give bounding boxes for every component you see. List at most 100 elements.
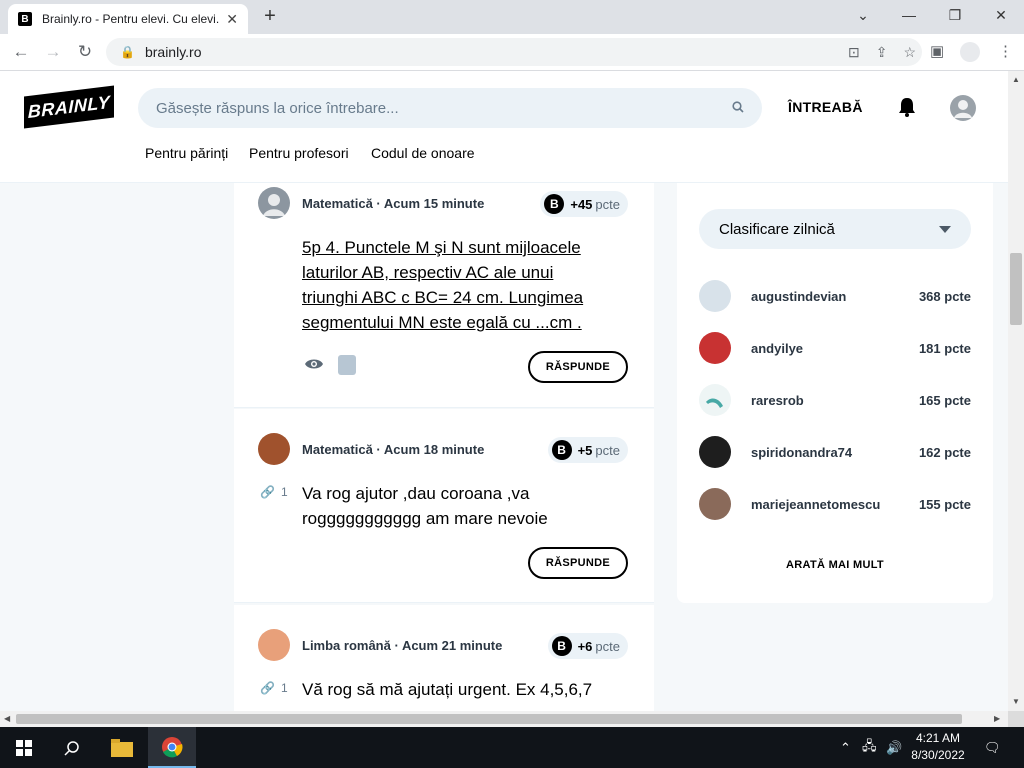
maximize-button[interactable]: ❐: [932, 4, 978, 26]
paperclip-icon: 🔗: [260, 485, 275, 499]
tray-chevron-up-icon[interactable]: ⌃: [840, 727, 851, 768]
browser-tab[interactable]: B Brainly.ro - Pentru elevi. Cu elevi. ✕: [8, 4, 248, 34]
points-value: +45: [570, 196, 593, 212]
address-bar[interactable]: 🔒 brainly.ro: [106, 38, 922, 66]
user-avatar-icon[interactable]: [950, 95, 976, 121]
profile-avatar-icon[interactable]: [960, 42, 980, 62]
window-close-button[interactable]: ✕: [978, 4, 1024, 26]
question-text[interactable]: Va rog ajutor ,dau coroana ,va roggggggg…: [302, 481, 612, 531]
horizontal-scroll-thumb[interactable]: [16, 714, 962, 724]
file-explorer-icon[interactable]: [98, 727, 146, 768]
ranking-row[interactable]: andyilye 181 pcte: [699, 331, 971, 365]
forward-arrow-icon[interactable]: →: [41, 40, 65, 64]
vertical-scrollbar[interactable]: ▲ ▼: [1008, 71, 1024, 711]
question-subject[interactable]: Limba română: [302, 638, 391, 653]
ranking-points: 181 pcte: [918, 340, 971, 356]
clock-date: 8/30/2022: [911, 748, 965, 762]
brainly-points-icon: B: [551, 636, 572, 656]
ranking-period-select[interactable]: Clasificare zilnică: [699, 209, 971, 249]
ranking-row[interactable]: raresrob 165 pcte: [699, 383, 971, 417]
question-card[interactable]: Matematică · Acum 18 minute B +5 pcte 🔗 …: [234, 409, 654, 603]
ranking-username[interactable]: mariejeannetomescu: [751, 497, 919, 512]
windows-start-icon[interactable]: [0, 727, 48, 768]
points-unit: pcte: [595, 196, 620, 212]
scroll-right-arrow-icon[interactable]: ▶: [994, 714, 1000, 723]
question-text[interactable]: Vă rog să mă ajutați urgent. Ex 4,5,6,7: [302, 677, 632, 702]
answer-button[interactable]: RĂSPUNDE: [528, 351, 628, 383]
site-header: BRAINLY Găsește răspuns la orice întreba…: [0, 71, 1008, 183]
question-meta: Limba română · Acum 21 minute: [302, 638, 503, 653]
points-value: +5: [577, 442, 593, 458]
nav-honor-code-link[interactable]: Codul de onoare: [371, 145, 475, 161]
points-value: +6: [577, 638, 593, 654]
ranking-points: 165 pcte: [918, 392, 971, 408]
points-badge: B +6 pcte: [547, 633, 628, 659]
brainly-logo[interactable]: BRAINLY: [24, 85, 114, 129]
back-arrow-icon[interactable]: ←: [9, 40, 33, 64]
vertical-scroll-thumb[interactable]: [1010, 253, 1022, 325]
question-text[interactable]: 5p 4. Punctele M şi N sunt mijloacele la…: [302, 235, 612, 335]
bookmark-star-icon[interactable]: ☆: [903, 44, 916, 61]
user-avatar: [699, 280, 731, 312]
scroll-left-arrow-icon[interactable]: ◀: [4, 714, 10, 723]
search-input[interactable]: Găsește răspuns la orice întrebare...: [138, 88, 762, 128]
question-card[interactable]: Matematică · Acum 15 minute B +45 pcte 5…: [234, 183, 654, 408]
ranking-username[interactable]: raresrob: [751, 393, 919, 408]
question-subject[interactable]: Matematică: [302, 196, 373, 211]
tab-search-button[interactable]: ⌄: [840, 4, 886, 26]
ask-question-button[interactable]: ÎNTREABĂ: [788, 99, 863, 115]
ranking-username[interactable]: spiridonandra74: [751, 445, 919, 460]
notifications-bell-icon[interactable]: [897, 96, 917, 118]
scroll-up-arrow-icon[interactable]: ▲: [1012, 75, 1020, 84]
question-time: Acum 15 minute: [383, 196, 485, 211]
reload-icon[interactable]: ↻: [73, 40, 97, 64]
kebab-menu-icon[interactable]: ⋮: [998, 42, 1013, 60]
show-more-link[interactable]: ARATĂ MAI MULT: [677, 559, 993, 571]
chevron-down-icon: [939, 225, 951, 233]
ranking-username[interactable]: augustindevian: [751, 289, 919, 304]
asker-avatar[interactable]: [258, 187, 290, 219]
chrome-icon[interactable]: [148, 727, 196, 768]
eye-icon: [304, 357, 324, 376]
attachment-count-value: 1: [280, 485, 288, 499]
scrollbar-corner: [1008, 711, 1024, 727]
nav-parents-link[interactable]: Pentru părinți: [145, 145, 228, 161]
search-icon[interactable]: [48, 727, 96, 768]
question-time: Acum 21 minute: [401, 638, 503, 653]
question-card[interactable]: Limba română · Acum 21 minute B +6 pcte …: [234, 605, 654, 713]
user-avatar: [699, 332, 731, 364]
ranking-points: 368 pcte: [918, 288, 971, 304]
tab-close-icon[interactable]: ✕: [226, 11, 238, 28]
network-icon[interactable]: 🖧: [862, 727, 877, 768]
lock-icon: 🔒: [120, 45, 135, 59]
asker-avatar[interactable]: [258, 629, 290, 661]
nav-teachers-link[interactable]: Pentru profesori: [249, 145, 349, 161]
side-panel-icon[interactable]: ▣: [930, 42, 944, 60]
answer-button[interactable]: RĂSPUNDE: [528, 547, 628, 579]
scroll-down-arrow-icon[interactable]: ▼: [1012, 697, 1020, 706]
search-icon[interactable]: [732, 100, 744, 116]
share-icon[interactable]: ⇪: [876, 44, 888, 61]
brainly-favicon-icon: B: [18, 12, 32, 26]
ranking-row[interactable]: augustindevian 368 pcte: [699, 279, 971, 313]
browser-toolbar: ← → ↻ 🔒 brainly.ro ⊡ ⇪ ☆ ▣ ⋮: [0, 34, 1024, 71]
asker-avatar[interactable]: [258, 433, 290, 465]
ranking-period-label: Clasificare zilnică: [719, 220, 835, 238]
volume-icon[interactable]: 🔊: [886, 727, 902, 768]
notifications-icon[interactable]: 🗨: [984, 727, 1001, 768]
minimize-button[interactable]: —: [886, 4, 932, 26]
attachment-count: 🔗 1: [260, 485, 288, 499]
answerer-avatar: [338, 355, 356, 375]
ranking-row[interactable]: mariejeannetomescu 155 pcte: [699, 487, 971, 521]
question-meta: Matematică · Acum 15 minute: [302, 196, 485, 211]
taskbar-clock[interactable]: 4:21 AM 8/30/2022: [906, 730, 970, 764]
horizontal-scrollbar[interactable]: ◀ ▶: [0, 711, 1008, 727]
search-placeholder: Găsește răspuns la orice întrebare...: [156, 99, 399, 117]
ranking-username[interactable]: andyilye: [751, 341, 919, 356]
ranking-row[interactable]: spiridonandra74 162 pcte: [699, 435, 971, 469]
points-badge: B +45 pcte: [540, 191, 628, 217]
question-subject[interactable]: Matematică: [302, 442, 373, 457]
translate-icon[interactable]: ⊡: [848, 44, 860, 61]
new-tab-button[interactable]: +: [258, 5, 282, 29]
url-text: brainly.ro: [144, 44, 202, 60]
